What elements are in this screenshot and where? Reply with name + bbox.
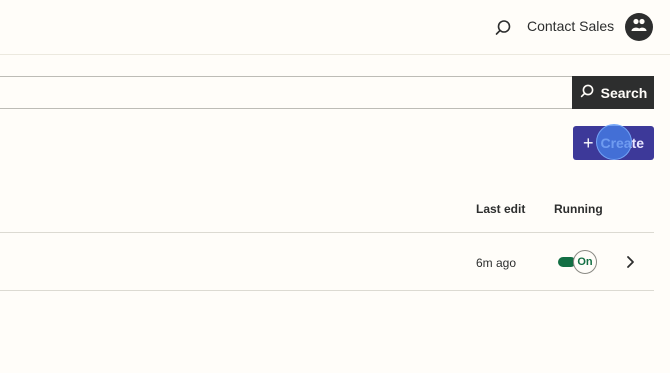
- plus-icon: +: [582, 133, 594, 153]
- toggle-knob: On: [573, 250, 597, 274]
- create-button-label: Create: [600, 135, 645, 151]
- search-button-label: Search: [600, 84, 648, 101]
- app-page: Contact Sales Search + Create Last edit …: [0, 0, 670, 373]
- last-edit-value: 6m ago: [476, 256, 517, 270]
- search-icon: [579, 83, 595, 102]
- toggle-state-label: On: [577, 256, 593, 268]
- create-button[interactable]: + Create: [573, 126, 654, 160]
- search-button[interactable]: Search: [572, 76, 654, 109]
- search-input[interactable]: [0, 76, 572, 109]
- search-icon[interactable]: [493, 18, 513, 38]
- table-row-divider: [0, 290, 654, 291]
- top-header: Contact Sales: [0, 0, 670, 55]
- users-icon: [631, 18, 647, 37]
- chevron-right-icon[interactable]: [622, 253, 640, 271]
- column-header-running[interactable]: Running: [554, 202, 603, 216]
- account-avatar[interactable]: [625, 13, 653, 41]
- table-header-divider: [0, 232, 654, 233]
- running-toggle[interactable]: On: [557, 250, 597, 274]
- contact-sales-link[interactable]: Contact Sales: [527, 18, 614, 34]
- column-header-last-edit[interactable]: Last edit: [476, 202, 525, 216]
